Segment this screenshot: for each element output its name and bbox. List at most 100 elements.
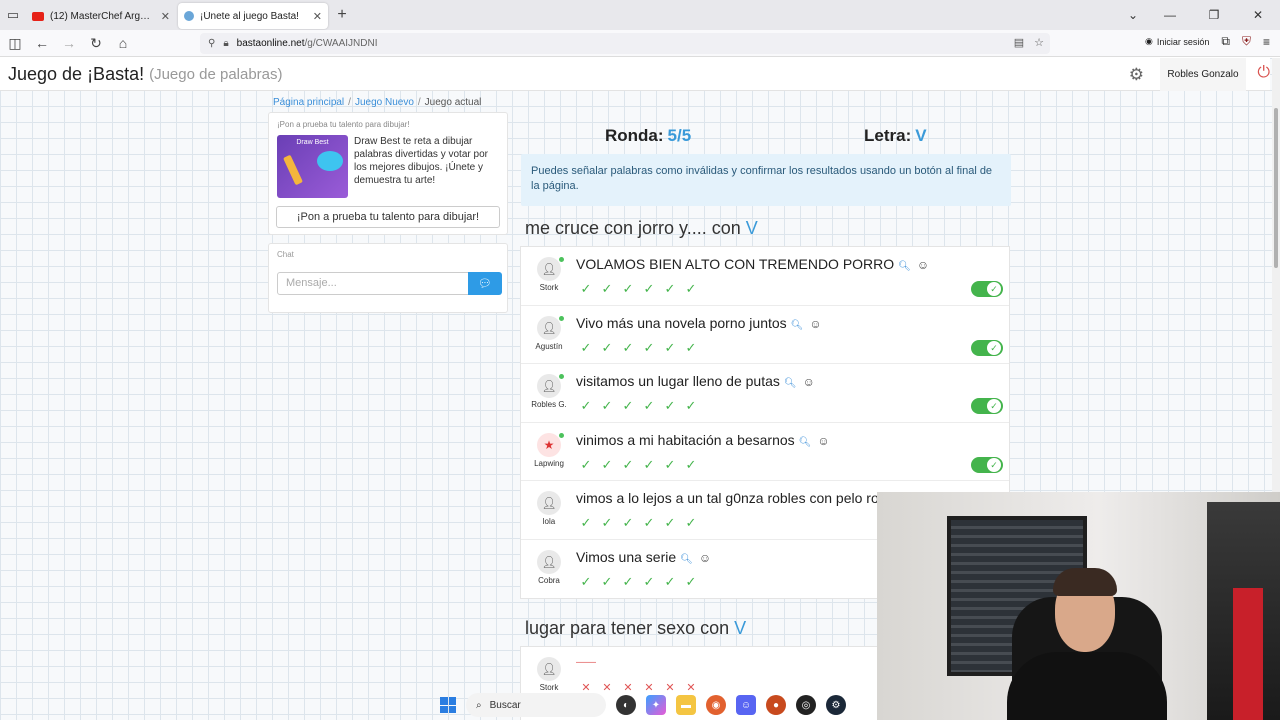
valid-toggle[interactable] — [971, 398, 1003, 414]
close-tab-icon[interactable]: ✕ — [313, 10, 322, 23]
answer-user: Stork — [539, 283, 559, 292]
vote-checks: ✓ ✓ ✓ ✓ ✓ ✓ — [578, 515, 699, 531]
basta-favicon-icon — [184, 11, 194, 21]
react-emoji-icon[interactable]: ☺ — [803, 375, 815, 389]
bookmark-star-icon[interactable]: ☆ — [1034, 36, 1044, 49]
windows-start-icon[interactable] — [440, 697, 456, 713]
search-icon[interactable]: 🔍︎ — [799, 437, 812, 448]
tab-title: (12) MasterChef Argentina - Yo — [50, 10, 155, 22]
minimize-icon[interactable]: — — [1148, 0, 1192, 30]
permissions-icon[interactable]: ⚲ — [208, 38, 215, 49]
valid-toggle[interactable] — [971, 456, 1003, 473]
draw-best-thumbnail[interactable]: Draw Best — [277, 135, 348, 198]
extensions-icon[interactable]: ⧉ — [1221, 34, 1230, 49]
app-title: Juego de ¡Basta! — [8, 63, 145, 84]
draw-best-promo: ¡Pon a prueba tu talento para dibujar! D… — [268, 112, 508, 235]
online-dot — [559, 374, 564, 379]
app-icon[interactable]: ● — [766, 695, 786, 715]
breadcrumb-home-link[interactable]: Página principal — [273, 97, 344, 108]
webcam-person-hair — [1053, 568, 1117, 596]
webcam-person-body — [1007, 652, 1167, 720]
app-icon[interactable]: ◐ — [616, 695, 636, 715]
check-icon: ✓ — [580, 281, 592, 296]
react-emoji-icon[interactable]: ☺ — [809, 317, 821, 331]
maximize-icon[interactable]: ❐ — [1192, 0, 1236, 30]
answer-row: 👤︎ Agustín Vivo más una novela porno jun… — [521, 306, 1009, 364]
answer-user: Robles G. — [531, 400, 567, 409]
tab-list-icon[interactable]: ▭ — [0, 0, 26, 30]
check-icon: ✓ — [580, 515, 592, 530]
sidebar-icon[interactable]: ◫ — [3, 31, 27, 55]
browser-tab-0[interactable]: (12) MasterChef Argentina - Yo ✕ — [26, 3, 176, 29]
check-icon: ✓ — [580, 339, 592, 355]
firefox-icon[interactable]: ◉ — [706, 695, 726, 715]
promo-heading: ¡Pon a prueba tu talento para dibujar! — [277, 120, 410, 129]
answer-text: vinimos a mi habitación a besarnos — [576, 431, 795, 448]
search-icon[interactable]: 🔍︎ — [898, 261, 911, 272]
vote-checks: ✓ ✓ ✓ ✓ ✓ ✓ — [578, 340, 699, 356]
back-icon[interactable]: ← — [30, 31, 54, 55]
react-emoji-icon[interactable]: ☺ — [817, 434, 829, 448]
answer-row: 👤︎ Stork VOLAMOS BIEN ALTO CON TREMENDO … — [521, 247, 1009, 306]
search-icon[interactable]: 🔍︎ — [784, 378, 797, 389]
copilot-icon[interactable]: ✦ — [646, 695, 666, 715]
check-icon: ✓ — [601, 573, 613, 589]
check-icon: ✓ — [580, 398, 592, 413]
tab-title: ¡Únete al juego Basta! — [200, 10, 299, 22]
url-host: bastaonline.net — [236, 38, 305, 49]
search-icon[interactable]: 🔍︎ — [680, 554, 693, 565]
category-prefix: me cruce con jorro y.... con — [525, 218, 741, 238]
new-tab-icon[interactable]: + — [330, 6, 354, 24]
steam-icon[interactable]: ⚙ — [826, 695, 846, 715]
menu-icon[interactable]: ≡ — [1263, 35, 1270, 49]
check-icon: ✓ — [664, 398, 676, 413]
home-icon[interactable]: ⌂ — [111, 31, 135, 55]
webcam-scarf — [1233, 588, 1263, 720]
settings-gear-icon[interactable]: ⚙ — [1129, 65, 1144, 85]
logout-power-icon[interactable]: ⏻ — [1257, 64, 1270, 82]
forward-icon[interactable]: → — [57, 31, 81, 55]
vote-checks: ✓ ✓ ✓ ✓ ✓ ✓ — [578, 398, 699, 414]
user-avatar-icon: 👤︎ — [537, 257, 561, 281]
ublock-icon[interactable]: ⛨ — [1242, 34, 1251, 49]
valid-toggle[interactable] — [971, 339, 1003, 356]
reload-icon[interactable]: ↻ — [84, 31, 108, 55]
lock-icon[interactable]: 🔒︎ — [223, 38, 228, 49]
category-letter: V — [734, 618, 747, 638]
search-icon[interactable]: 🔍︎ — [791, 320, 804, 331]
discord-icon[interactable]: ☺ — [736, 695, 756, 715]
react-emoji-icon[interactable]: ☺ — [917, 258, 929, 272]
account-icon: ◉ — [1145, 36, 1153, 46]
check-icon: ✓ — [622, 456, 634, 472]
url-bar[interactable]: ⚲ 🔒︎ bastaonline.net/g/CWAAIJNDNI ▤ ☆ — [200, 33, 1050, 54]
breadcrumb-new-game-link[interactable]: Juego Nuevo — [355, 97, 414, 108]
tab-overflow-icon[interactable]: ⌄ — [1118, 0, 1148, 30]
breadcrumb-current: Juego actual — [424, 97, 482, 108]
browser-tab-1[interactable]: ¡Únete al juego Basta! ✕ — [178, 3, 328, 29]
answer-user: lola — [542, 517, 556, 526]
user-name-button[interactable]: Robles Gonzalo — [1160, 58, 1246, 91]
round-indicator: Ronda: 5/5 — [605, 126, 691, 146]
valid-toggle[interactable] — [971, 281, 1003, 297]
user-avatar-icon: ★ — [537, 432, 561, 457]
online-dot — [559, 257, 564, 262]
chat-message-input[interactable]: Mensaje... — [277, 272, 469, 295]
file-explorer-icon[interactable]: ▬ — [676, 695, 696, 715]
check-icon: ✓ — [685, 398, 697, 413]
close-tab-icon[interactable]: ✕ — [161, 10, 170, 23]
app-icon[interactable]: ◎ — [796, 695, 816, 715]
taskbar-search[interactable]: ⌕ Buscar — [466, 693, 606, 717]
breadcrumb: Página principal / Juego Nuevo / Juego actua… — [273, 97, 482, 108]
check-icon: ✓ — [622, 281, 634, 296]
category-prefix: lugar para tener sexo con — [525, 618, 730, 638]
send-message-button[interactable]: 💬︎ — [468, 272, 502, 295]
close-window-icon[interactable]: ✕ — [1236, 0, 1280, 30]
check-icon: ✓ — [622, 339, 634, 355]
scrollbar-thumb[interactable] — [1274, 108, 1278, 268]
signin-button[interactable]: ◉ Iniciar sesión — [1145, 36, 1209, 47]
react-emoji-icon[interactable]: ☺ — [699, 551, 711, 565]
promo-button[interactable]: ¡Pon a prueba tu talento para dibujar! — [276, 206, 500, 228]
reader-view-icon[interactable]: ▤ — [1014, 36, 1024, 49]
vote-checks: ✓ ✓ ✓ ✓ ✓ ✓ — [578, 457, 699, 473]
check-icon: ✓ — [622, 398, 634, 413]
